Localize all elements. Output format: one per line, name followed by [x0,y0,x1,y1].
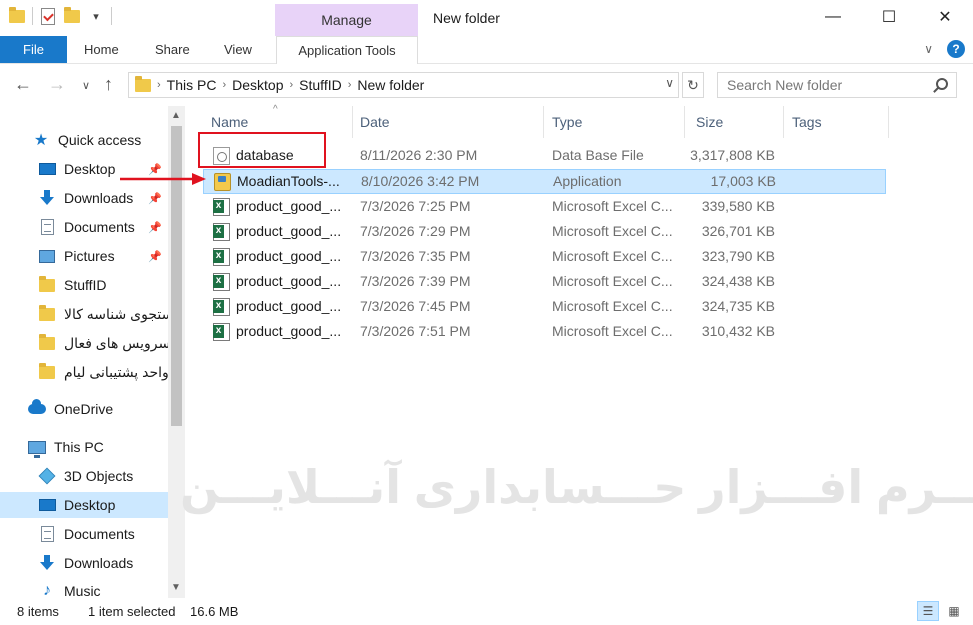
column-header-tags[interactable]: Tags [768,106,888,138]
downloads-icon [38,190,56,206]
nav-downloads-pinned[interactable]: Downloads 📌 [0,185,168,211]
nav-downloads[interactable]: Downloads [0,550,168,576]
column-header-type[interactable]: Type [528,106,668,138]
manage-tab[interactable]: Manage [275,4,418,36]
sort-ascending-icon: ^ [273,104,278,115]
breadcrumb-desktop[interactable]: Desktop [226,77,289,93]
nav-onedrive[interactable]: OneDrive [0,396,168,422]
file-row-moadiantools[interactable]: MoadianTools-... 8/10/2026 3:42 PM Appli… [203,169,886,194]
tab-view[interactable]: View [224,36,252,63]
address-bar[interactable]: › This PC › Desktop › StuffID › New fold… [128,72,679,98]
folder-icon[interactable] [8,6,26,26]
up-arrow-icon[interactable]: ↑ [104,74,113,95]
nav-folder-product-id-search[interactable]: جستجوی شناسه کالا [0,301,168,327]
maximize-button[interactable]: ☐ [861,0,917,34]
file-row[interactable]: product_good_... 7/3/2026 7:45 PM Micros… [203,295,886,320]
folder-icon [38,304,56,322]
desktop-icon [38,497,56,513]
expand-ribbon-icon[interactable]: ∨ [924,42,933,56]
breadcrumb-stuffid[interactable]: StuffID [293,77,348,93]
file-row[interactable]: product_good_... 7/3/2026 7:25 PM Micros… [203,195,886,220]
nav-this-pc[interactable]: This PC [0,434,168,460]
recent-locations-icon[interactable]: ∨ [82,79,90,92]
status-bar: 8 items 1 item selected 16.6 MB ☰ ▦ [0,598,973,625]
selection-count: 1 item selected [88,604,176,619]
excel-icon [213,273,230,291]
customize-toolbar-icon[interactable]: ▾ [87,6,105,26]
forward-arrow-icon[interactable]: → [48,74,66,95]
nav-desktop[interactable]: Desktop [0,492,168,518]
documents-icon [38,219,56,235]
documents-icon [38,526,56,542]
excel-icon [213,248,230,266]
search-box [717,72,957,98]
tab-home[interactable]: Home [84,36,119,63]
new-folder-icon[interactable] [63,6,81,26]
star-icon: ★ [33,132,49,149]
excel-icon [213,298,230,316]
address-row: ← → ∨ ↑ › This PC › Desktop › StuffID › … [0,64,973,106]
quick-access-toolbar: ▾ [8,6,112,26]
breadcrumb-this-pc[interactable]: This PC [161,77,223,93]
music-icon: ♪ [43,582,51,598]
annotation-arrow-icon [120,173,206,185]
folder-icon [135,75,151,92]
refresh-button[interactable]: ↻ [682,72,704,98]
breadcrumb-new-folder[interactable]: New folder [351,77,430,93]
help-icon[interactable]: ? [947,40,965,58]
close-button[interactable]: ✕ [917,0,973,34]
pin-icon: 📌 [148,192,162,205]
file-row[interactable]: product_good_... 7/3/2026 7:51 PM Micros… [203,320,886,345]
tab-application-tools[interactable]: Application Tools [276,36,418,64]
large-icons-view-icon[interactable]: ▦ [943,601,965,621]
file-list: ^ Name Date Type Size Tags database 8/11… [187,104,973,598]
folder-icon [38,362,56,380]
tab-file[interactable]: File [0,36,67,63]
tab-share[interactable]: Share [155,36,190,63]
item-count: 8 items [17,604,59,619]
3d-objects-icon [38,467,56,485]
ribbon: File Home Share View Application Tools ∨… [0,36,973,64]
nav-quick-access[interactable]: ★ Quick access [0,127,168,153]
downloads-icon [38,555,56,571]
pin-icon: 📌 [148,250,162,263]
excel-icon [213,223,230,241]
search-input[interactable] [718,73,918,97]
nav-pictures-pinned[interactable]: Pictures 📌 [0,243,168,269]
file-row[interactable]: product_good_... 7/3/2026 7:39 PM Micros… [203,270,886,295]
title-bar: ▾ Manage New folder — ☐ ✕ [0,0,973,36]
minimize-button[interactable]: — [805,0,861,34]
scroll-up-icon[interactable]: ▲ [171,110,181,121]
file-row[interactable]: product_good_... 7/3/2026 7:35 PM Micros… [203,245,886,270]
scroll-down-icon[interactable]: ▼ [171,582,181,593]
pictures-icon [38,248,56,264]
search-icon[interactable] [936,78,948,90]
nav-stuffid[interactable]: StuffID [0,272,168,298]
properties-icon[interactable] [39,6,57,26]
file-row[interactable]: product_good_... 7/3/2026 7:29 PM Micros… [203,220,886,245]
pin-icon: 📌 [148,221,162,234]
application-icon [214,173,231,191]
nav-folder-active-services[interactable]: سرویس های فعال [0,330,168,356]
back-arrow-icon[interactable]: ← [14,74,32,95]
nav-documents[interactable]: Documents [0,521,168,547]
details-view-icon[interactable]: ☰ [917,601,939,621]
column-header-date[interactable]: Date [336,106,526,138]
nav-folder-support-unit[interactable]: واحد پشتیبانی لیام [0,359,168,385]
this-pc-icon [28,439,46,458]
excel-icon [213,323,230,341]
column-header-size[interactable]: Size [672,106,772,138]
nav-3d-objects[interactable]: 3D Objects [0,463,168,489]
chevron-down-icon[interactable]: ∨ [665,76,674,90]
nav-documents-pinned[interactable]: Documents 📌 [0,214,168,240]
onedrive-icon [28,399,46,417]
desktop-icon [38,161,56,177]
folder-icon [38,275,56,293]
selection-size: 16.6 MB [190,604,239,619]
excel-icon [213,198,230,216]
annotation-highlight-box [198,132,326,168]
window-title: New folder [433,10,500,26]
folder-icon [38,333,56,351]
nav-music[interactable]: ♪ Music [0,578,168,598]
